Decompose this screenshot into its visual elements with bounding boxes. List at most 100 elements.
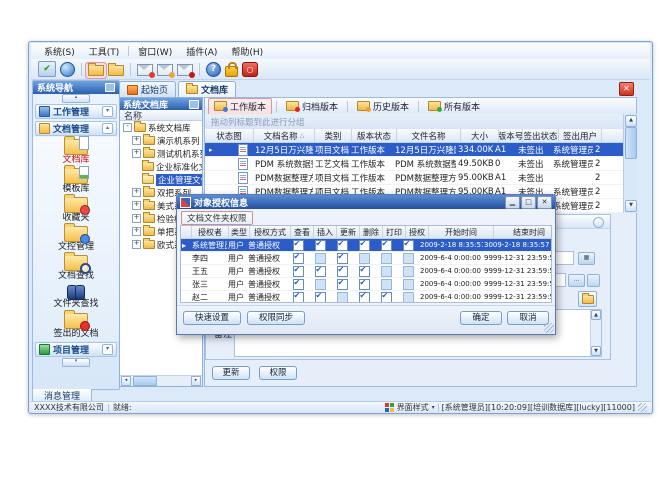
checkbox-checked[interactable] [337, 240, 348, 251]
checkbox-unchecked[interactable] [359, 253, 370, 264]
menu-item-1[interactable]: 系统(S) [37, 43, 82, 60]
checkbox-checked[interactable] [337, 266, 348, 277]
dialog-column-11[interactable]: 结束时间 [494, 226, 552, 238]
checkbox-unchecked[interactable] [381, 266, 392, 277]
group-by-bar[interactable]: 拖动列标题到此进行分组 [205, 114, 635, 130]
checkbox-checked[interactable] [337, 253, 348, 264]
checkbox-checked[interactable] [359, 266, 370, 277]
column-header-7[interactable]: 版本号 [499, 129, 523, 142]
column-header-5[interactable]: 文件名称 [397, 129, 461, 142]
menu-item-4[interactable]: 插件(A) [179, 43, 224, 60]
small-button[interactable] [587, 274, 600, 287]
quick-setup-button[interactable]: 快速设置 [183, 311, 241, 325]
table-row[interactable]: PDM 系统数据整理检...工艺文档工作版本PDM 系统数据整理...49.50… [205, 157, 623, 171]
checkbox-checked[interactable] [359, 292, 370, 303]
dialog-row[interactable]: 王五用户普通授权2009-6-4 0:00:009999-12-31 23:59… [181, 265, 551, 278]
table-row[interactable]: ▸12月5日万兴隆网行...项目文档工作版本12月5日万兴隆网行...334.0… [205, 143, 623, 157]
pin-icon[interactable] [105, 83, 115, 92]
checkbox-checked[interactable] [403, 240, 414, 251]
open-folder-button[interactable] [578, 291, 597, 307]
folder-open-icon[interactable] [88, 65, 104, 76]
dialog-row[interactable]: 李四用户普通授权2009-6-4 0:00:009999-12-31 23:59… [181, 252, 551, 265]
version-tab-3[interactable]: 历史版本 [352, 99, 414, 114]
version-tab-1[interactable]: 工作版本 [208, 98, 272, 115]
style-selector[interactable]: 界面样式 [397, 402, 429, 413]
tree-node-5[interactable]: 企业管理文件 [120, 173, 202, 186]
section-project-management[interactable]: 项目管理 ▾ [35, 342, 117, 357]
chevron-up-icon[interactable]: ▴ [102, 123, 113, 134]
version-tab-4[interactable]: 所有版本 [423, 99, 485, 114]
dialog-column-7[interactable]: 删除 [360, 226, 383, 238]
version-tab-2[interactable]: 归档版本 [281, 99, 343, 114]
dialog-column-10[interactable]: 开始时间 [429, 226, 494, 238]
tab-document-library[interactable]: 文档库 [178, 81, 236, 97]
scroll-up-icon[interactable]: ▲ [591, 310, 601, 320]
checkbox-checked[interactable] [293, 279, 304, 290]
menu-item-3[interactable]: 窗口(W) [131, 43, 179, 60]
chevron-down-icon[interactable]: ▾ [432, 404, 435, 411]
table-vertical-scrollbar[interactable]: ▲ ▼ [623, 114, 637, 213]
plus-expander-icon[interactable]: + [132, 201, 141, 210]
resize-grip[interactable] [638, 403, 647, 412]
sidebar-item-1[interactable]: 文档库 [33, 137, 119, 166]
scroll-up-icon[interactable]: ▲ [625, 115, 637, 127]
dialog-tab-permissions[interactable]: 文档文件夹权限 [181, 211, 253, 225]
scroll-down-icon[interactable]: ▼ [591, 346, 601, 356]
tree-node-3[interactable]: +测试机机系列 [120, 147, 202, 160]
checkbox-checked[interactable] [359, 279, 370, 290]
system-icon[interactable] [38, 61, 56, 77]
plus-expander-icon[interactable]: + [132, 149, 141, 158]
checkbox-unchecked[interactable] [403, 292, 414, 303]
checkbox-unchecked[interactable] [315, 253, 326, 264]
textarea-scrollbar[interactable]: ▲ ▼ [590, 310, 601, 356]
sidebar-item-3[interactable]: 收藏夹 [33, 195, 119, 224]
menu-item-2[interactable]: 工具(T) [82, 43, 127, 60]
checkbox-unchecked[interactable] [403, 253, 414, 264]
tree-node-1[interactable]: -系统文档库 [120, 121, 202, 134]
collapse-up-button[interactable]: ▴ [62, 94, 90, 103]
section-work-management[interactable]: 工作管理 ▾ [35, 104, 117, 119]
checkbox-checked[interactable] [381, 292, 392, 303]
plus-expander-icon[interactable]: + [132, 227, 141, 236]
checkbox-checked[interactable] [315, 240, 326, 251]
exit-icon[interactable] [242, 62, 258, 77]
mail-new-icon[interactable] [137, 64, 153, 76]
pin-icon[interactable] [189, 100, 199, 109]
resize-grip[interactable] [544, 323, 554, 333]
checkbox-unchecked[interactable] [337, 292, 348, 303]
checkbox-unchecked[interactable] [315, 279, 326, 290]
dialog-column-1[interactable]: 授权者 [192, 226, 229, 238]
checkbox-checked[interactable] [315, 266, 326, 277]
mail-read-icon[interactable] [157, 64, 173, 76]
mail-delete-icon[interactable] [177, 64, 193, 76]
tree-column-header[interactable]: 名称 [120, 110, 202, 121]
dialog-column-4[interactable]: 查看 [291, 226, 314, 238]
ellipsis-button[interactable]: … [568, 274, 585, 287]
plus-expander-icon[interactable]: + [132, 188, 141, 197]
lock-icon[interactable] [225, 66, 238, 77]
plus-expander-icon[interactable]: + [132, 214, 141, 223]
checkbox-checked[interactable] [315, 292, 326, 303]
sidebar-item-4[interactable]: 文控管理 [33, 224, 119, 253]
section-document-management[interactable]: 文档管理 ▴ [35, 121, 117, 136]
dialog-column-3[interactable]: 授权方式 [250, 226, 291, 238]
checkbox-checked[interactable] [359, 240, 370, 251]
column-header-8[interactable]: 签出状态 [523, 129, 559, 142]
help-icon[interactable] [206, 62, 221, 77]
scroll-thumb[interactable] [133, 376, 157, 386]
checkbox-unchecked[interactable] [403, 266, 414, 277]
dialog-row[interactable]: ▸系统管理员用户普通授权2009-2-18 8:35:573009-2-18 8… [181, 239, 551, 252]
scroll-thumb[interactable] [625, 127, 637, 159]
permission-button[interactable]: 权限 [259, 366, 297, 380]
maximize-button[interactable]: □ [521, 196, 536, 209]
checkbox-unchecked[interactable] [381, 253, 392, 264]
plus-expander-icon[interactable]: + [132, 136, 141, 145]
update-button[interactable]: 更新 [212, 366, 250, 380]
menu-item-5[interactable]: 帮助(H) [224, 43, 270, 60]
scroll-right-icon[interactable]: ▸ [191, 376, 201, 386]
collapse-down-button[interactable]: ▾ [62, 358, 90, 367]
folder-view-icon[interactable] [108, 65, 124, 76]
minimize-button[interactable]: ▁ [505, 196, 520, 209]
column-header-1[interactable]: 状态图 [205, 129, 254, 142]
permission-sync-button[interactable]: 权限同步 [247, 311, 305, 325]
